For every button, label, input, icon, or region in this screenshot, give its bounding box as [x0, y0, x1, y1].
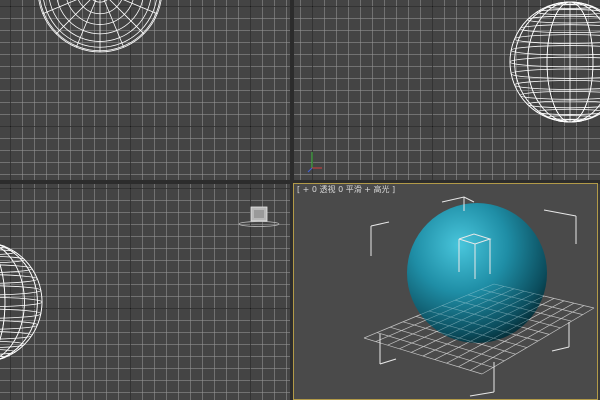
viewport-label[interactable]: [ + 0 透视 0 平滑 + 高光 ] [297, 184, 395, 194]
wire-outline [0, 244, 43, 360]
wire-latitude [0, 285, 42, 296]
wire-latitude [510, 45, 600, 56]
wire-sphere-top [38, 0, 162, 53]
wire-latitude [509, 56, 600, 68]
wire-longitude [0, 244, 38, 360]
wire-latitude [514, 34, 600, 44]
wire-latitude [514, 80, 600, 90]
viewport-front[interactable] [294, 0, 600, 180]
wire-longitude [0, 247, 25, 357]
wire-latitude [510, 68, 600, 79]
wire-latitude [0, 308, 42, 319]
wire-longitude [0, 244, 38, 360]
wire-longitude [0, 263, 6, 341]
viewport-perspective[interactable]: [ + 0 透视 0 平滑 + 高光 ] [293, 183, 598, 400]
shaded-sphere[interactable] [407, 203, 547, 343]
wire-sphere-front [307, 1, 600, 173]
axis-tripod-icon [307, 152, 322, 173]
wire-sphere-left [0, 206, 280, 360]
viewport-top[interactable] [0, 0, 290, 180]
wire-longitude [527, 1, 600, 123]
perspective-scene: [ + 0 透视 0 平滑 + 高光 ] [297, 184, 595, 397]
wire-longitude [527, 1, 600, 123]
camera-gizmo-icon [238, 206, 280, 227]
wire-longitude [0, 263, 6, 341]
viewport-left[interactable] [0, 184, 290, 400]
wire-longitude [0, 244, 43, 360]
wire-latitude [0, 297, 43, 307]
